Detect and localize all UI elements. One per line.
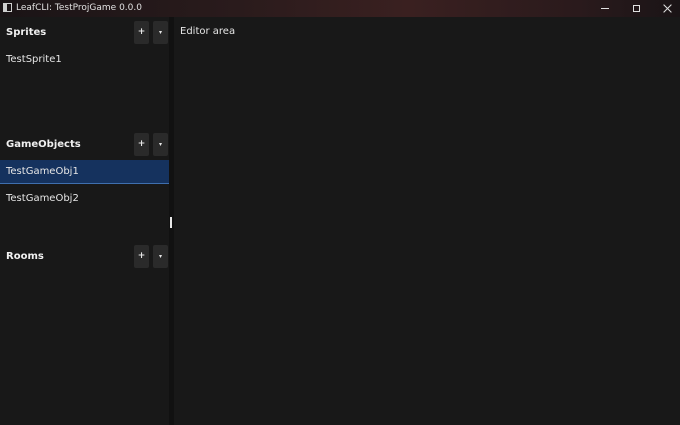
maximize-button[interactable] (621, 0, 651, 17)
list-item-gameobject[interactable]: TestGameObj2 (0, 187, 169, 211)
section-title-sprites: Sprites (6, 27, 47, 38)
app-window: LeafCLI: TestProjGame 0.0.0 Sprites + ▾ … (0, 0, 680, 425)
section-title-rooms: Rooms (6, 251, 44, 262)
editor-area-label: Editor area (180, 26, 236, 37)
minimize-button[interactable] (590, 0, 620, 17)
rooms-menu-button[interactable]: ▾ (153, 245, 168, 268)
add-gameobject-button[interactable]: + (134, 133, 149, 156)
maximize-icon (632, 5, 640, 12)
section-header-sprites: Sprites + ▾ (0, 19, 169, 47)
add-room-button[interactable]: + (134, 245, 149, 268)
close-button[interactable] (652, 0, 680, 17)
list-item-sprite[interactable]: TestSprite1 (0, 48, 169, 72)
gameobjects-menu-button[interactable]: ▾ (153, 133, 168, 156)
minimize-icon (601, 8, 609, 9)
add-sprite-button[interactable]: + (134, 21, 149, 44)
close-icon (663, 4, 672, 13)
section-title-gameobjects: GameObjects (6, 139, 81, 150)
section-header-gameobjects: GameObjects + ▾ (0, 131, 169, 159)
splitter-grip-handle[interactable] (170, 217, 172, 228)
sprites-menu-button[interactable]: ▾ (153, 21, 168, 44)
list-item-gameobject-selected[interactable]: TestGameObj1 (0, 160, 169, 184)
section-header-rooms: Rooms + ▾ (0, 243, 169, 271)
editor-area[interactable]: Editor area (174, 17, 680, 425)
window-title: LeafCLI: TestProjGame 0.0.0 (16, 3, 142, 13)
title-bar[interactable]: LeafCLI: TestProjGame 0.0.0 (0, 0, 680, 17)
sidebar: Sprites + ▾ TestSprite1 GameObjects + ▾ … (0, 17, 169, 425)
app-window-icon (3, 3, 12, 12)
